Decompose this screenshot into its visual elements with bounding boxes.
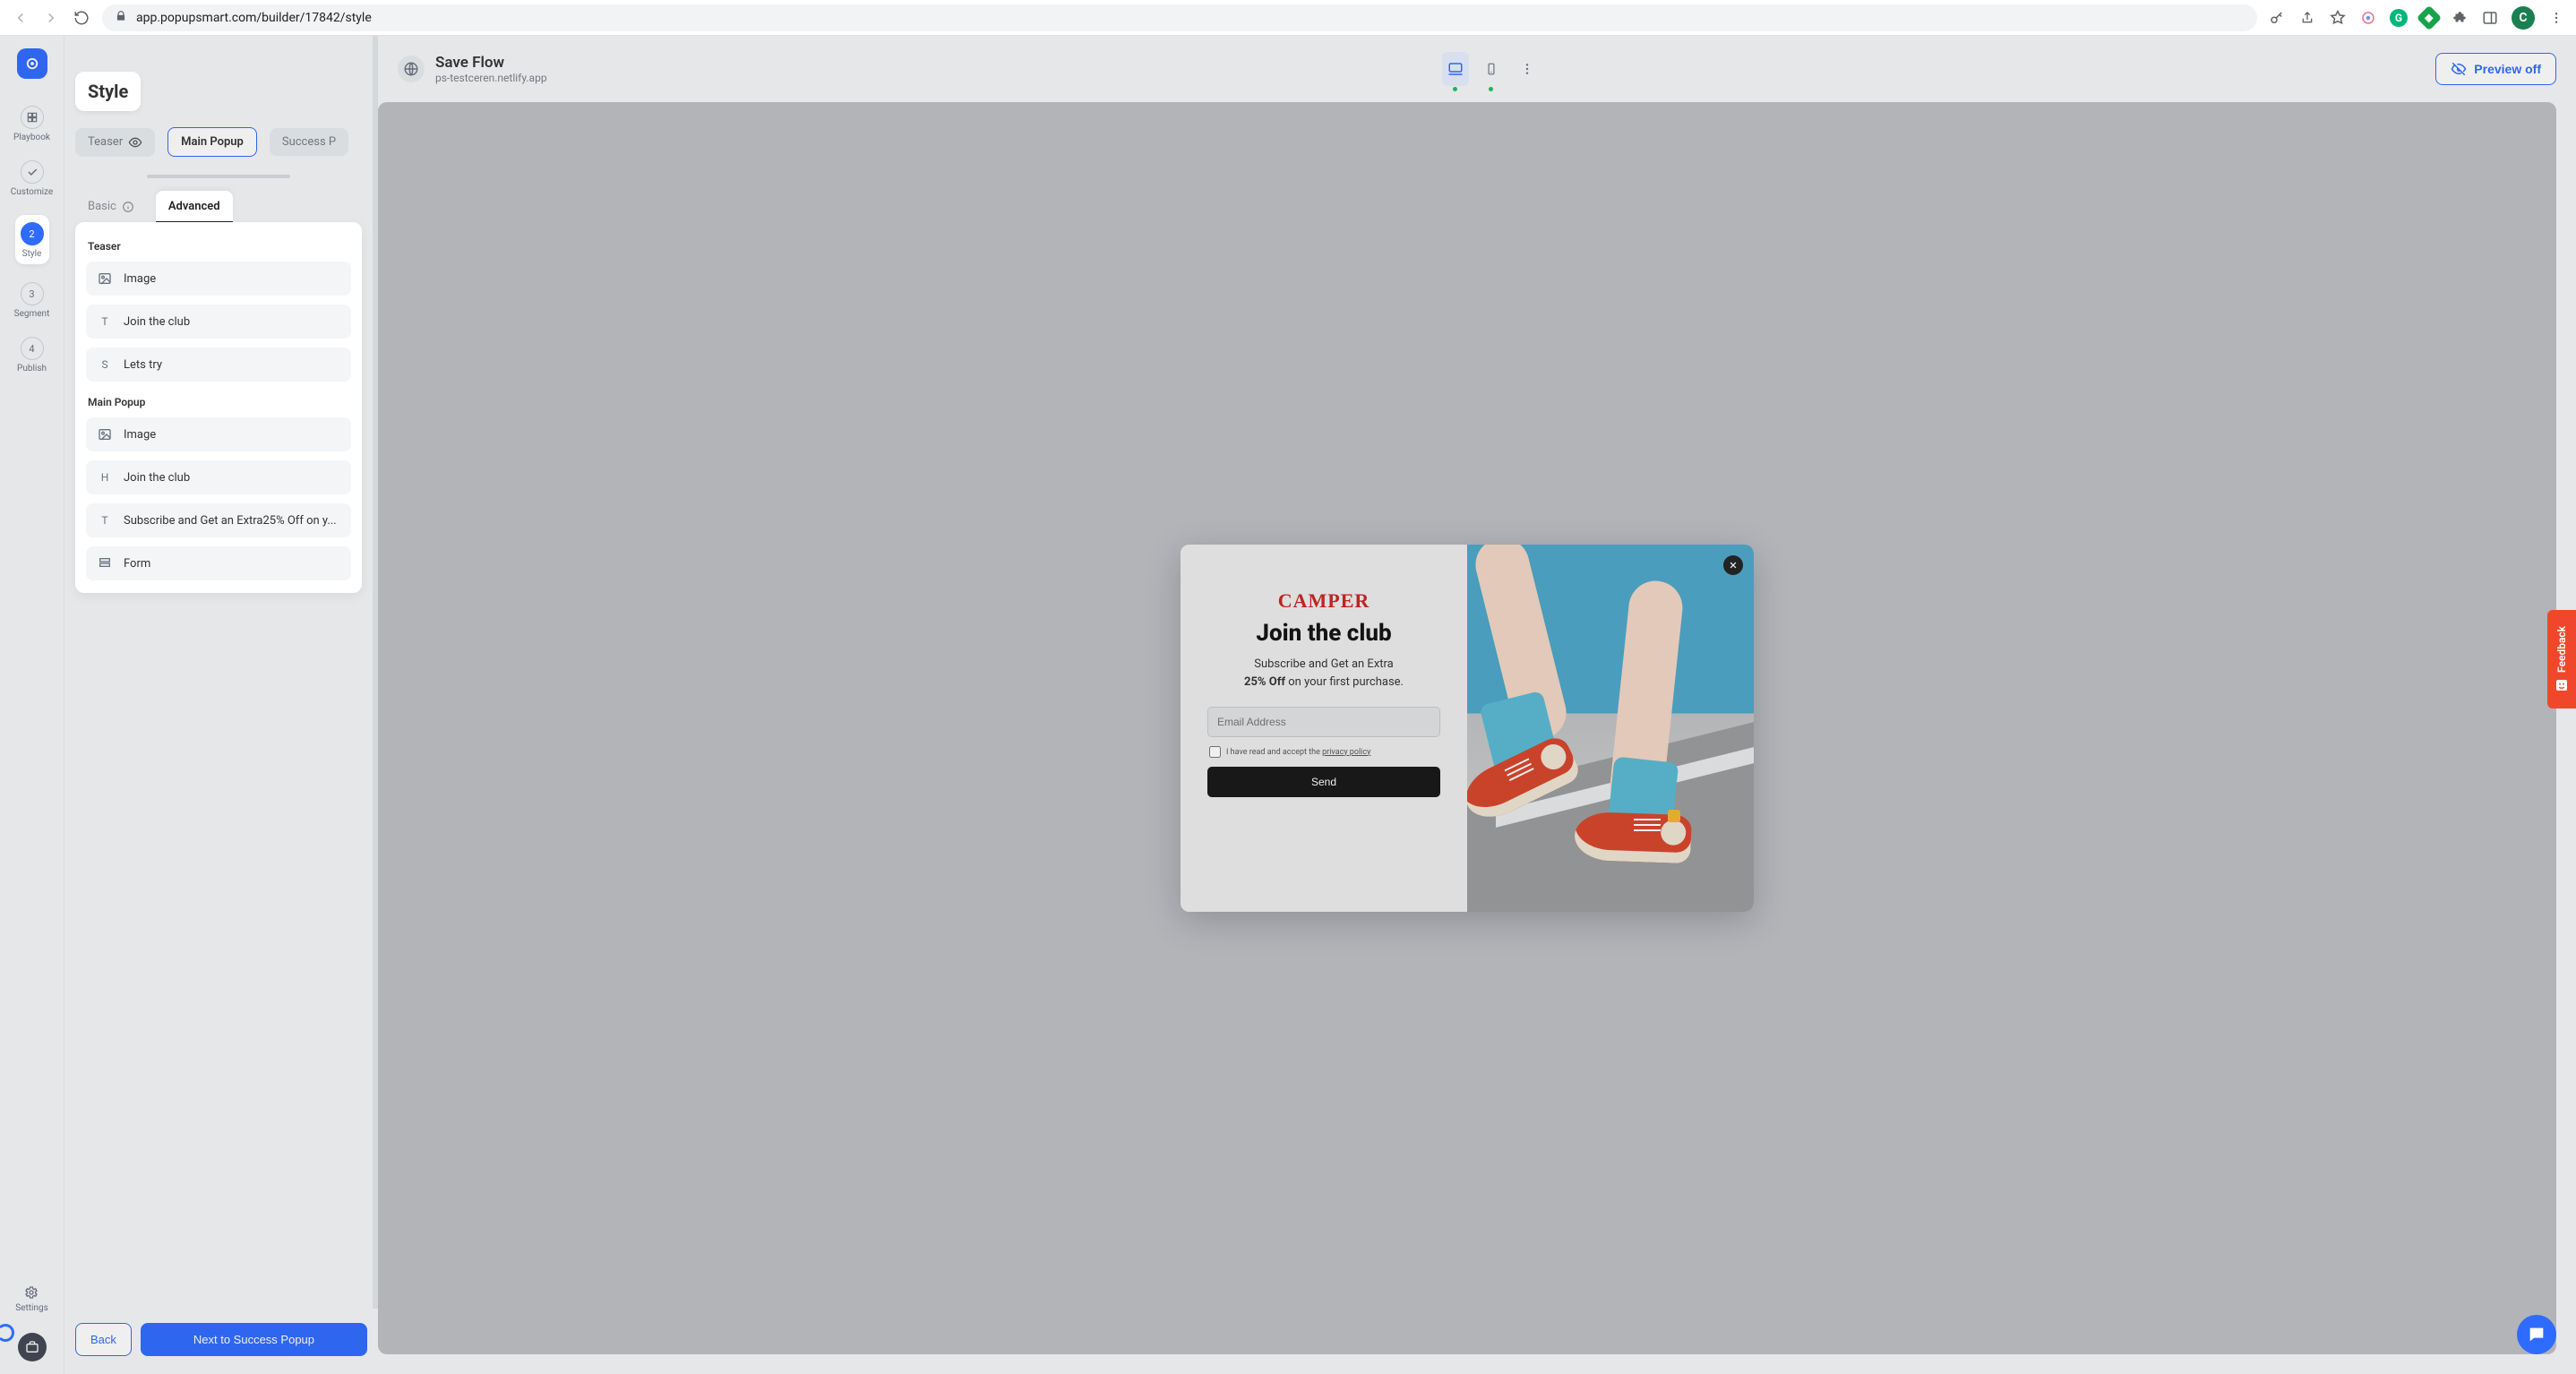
profile-avatar[interactable]: C	[2512, 6, 2535, 30]
globe-icon[interactable]	[398, 56, 425, 82]
star-icon[interactable]	[2329, 9, 2347, 27]
kebab-icon[interactable]	[2547, 9, 2565, 27]
rail-label: Style	[22, 249, 42, 259]
element-row[interactable]: H Join the club	[86, 460, 351, 494]
text-icon: T	[97, 512, 113, 528]
step-number: 3	[21, 282, 44, 305]
status-dot	[1453, 87, 1457, 91]
close-button[interactable]	[1723, 555, 1743, 575]
text-icon: S	[97, 356, 113, 373]
email-input[interactable]	[1207, 707, 1440, 737]
sub-tabs: Basic Advanced	[75, 191, 362, 222]
subtab-advanced[interactable]: Advanced	[156, 191, 233, 222]
tab-main-popup[interactable]: Main Popup	[167, 127, 257, 157]
chrome-actions: G ◆ C	[2268, 6, 2565, 30]
browser-chrome: app.popupsmart.com/builder/17842/style G…	[0, 0, 2576, 36]
element-row[interactable]: T Subscribe and Get an Extra25% Off on y…	[86, 503, 351, 537]
smiley-icon	[2555, 678, 2569, 692]
address-bar[interactable]: app.popupsmart.com/builder/17842/style	[102, 4, 2257, 31]
element-row[interactable]: Form	[86, 546, 351, 580]
status-dot	[1489, 87, 1493, 91]
image-icon	[97, 271, 113, 287]
rail-label: Playbook	[13, 133, 50, 142]
eye-icon	[128, 135, 142, 150]
feedback-tab[interactable]: Feedback	[2547, 610, 2576, 708]
settings-label: Settings	[15, 1303, 48, 1313]
rail-step-customize[interactable]: Customize	[5, 153, 59, 204]
element-row[interactable]: T Join the club	[86, 305, 351, 339]
step-number: 2	[21, 222, 44, 245]
lock-icon	[115, 10, 127, 26]
key-icon[interactable]	[2268, 9, 2286, 27]
tab-scroll-indicator	[147, 175, 290, 178]
consent-checkbox[interactable]	[1209, 746, 1221, 758]
heading-icon: H	[97, 469, 113, 485]
ext-diamond-icon[interactable]: ◆	[2417, 4, 2442, 30]
rail-settings[interactable]: Settings	[15, 1275, 48, 1329]
element-row[interactable]: Image	[86, 262, 351, 296]
panel-title: Style	[75, 72, 141, 111]
gear-icon	[24, 1285, 39, 1300]
preview-toggle-button[interactable]: Preview off	[2435, 53, 2556, 85]
rail-label: Segment	[14, 309, 50, 319]
forward-nav-icon[interactable]	[41, 8, 61, 28]
section-tabs: Teaser Main Popup Success P	[75, 127, 362, 157]
ext-grammarly-icon[interactable]: G	[2390, 9, 2408, 27]
tab-teaser[interactable]: Teaser	[75, 128, 155, 157]
more-devices-button[interactable]	[1514, 52, 1541, 86]
rail-label: Customize	[11, 187, 53, 197]
back-nav-icon[interactable]	[11, 8, 30, 28]
popup-image	[1467, 545, 1754, 912]
subtab-basic[interactable]: Basic	[75, 191, 147, 222]
ext-circle-icon[interactable]	[2359, 9, 2377, 27]
panel-footer: Back Next to Success Popup	[64, 1309, 378, 1374]
share-icon[interactable]	[2298, 9, 2316, 27]
element-row[interactable]: Image	[86, 417, 351, 451]
form-icon	[97, 555, 113, 571]
popup-brand: CAMPER	[1278, 589, 1370, 613]
briefcase-button[interactable]	[18, 1333, 47, 1361]
send-button[interactable]: Send	[1207, 767, 1440, 797]
elements-card: Teaser Image T Join the club S Lets try …	[75, 222, 362, 593]
rail-step-segment[interactable]: 3 Segment	[5, 275, 59, 326]
image-icon	[97, 426, 113, 442]
step-number: 4	[21, 337, 44, 360]
popup-subtext: Subscribe and Get an Extra 25% Off on yo…	[1244, 656, 1404, 691]
sidepanel-icon[interactable]	[2481, 9, 2499, 27]
style-panel: Style Teaser Main Popup Success P Basic …	[64, 36, 378, 1374]
info-icon	[122, 201, 134, 213]
intercom-button[interactable]	[2517, 1315, 2556, 1354]
reload-icon[interactable]	[72, 8, 91, 28]
popup-headline: Join the club	[1256, 620, 1391, 647]
text-icon: T	[97, 313, 113, 330]
rail-label: Publish	[17, 364, 47, 374]
element-row[interactable]: S Lets try	[86, 348, 351, 382]
top-bar: Save Flow ps-testceren.netlify.app	[378, 36, 2576, 102]
group-title: Teaser	[88, 240, 351, 253]
nav-rail: Playbook Customize 2 Style 3 Segment 4 P…	[0, 36, 64, 1374]
main-area: Save Flow ps-testceren.netlify.app	[378, 36, 2576, 1374]
tab-success[interactable]: Success P	[270, 128, 348, 156]
page-domain: ps-testceren.netlify.app	[435, 72, 547, 84]
rail-step-style[interactable]: 2 Style	[5, 208, 59, 271]
preview-canvas: CAMPER Join the club Subscribe and Get a…	[378, 102, 2556, 1354]
next-button[interactable]: Next to Success Popup	[141, 1323, 367, 1356]
rail-step-publish[interactable]: 4 Publish	[5, 330, 59, 381]
privacy-link[interactable]: privacy policy	[1322, 748, 1370, 757]
app-logo[interactable]	[17, 48, 47, 79]
eye-off-icon	[2451, 61, 2467, 77]
consent-row[interactable]: I have read and accept the privacy polic…	[1207, 746, 1370, 758]
url-text: app.popupsmart.com/builder/17842/style	[136, 11, 372, 25]
device-mobile-button[interactable]	[1478, 52, 1505, 86]
page-title: Save Flow	[435, 54, 547, 72]
back-button[interactable]: Back	[75, 1323, 132, 1356]
rail-step-playbook[interactable]: Playbook	[5, 99, 59, 150]
puzzle-icon[interactable]	[2451, 9, 2469, 27]
popup-preview: CAMPER Join the club Subscribe and Get a…	[1181, 545, 1754, 912]
device-desktop-button[interactable]	[1442, 52, 1469, 86]
group-title: Main Popup	[88, 396, 351, 408]
